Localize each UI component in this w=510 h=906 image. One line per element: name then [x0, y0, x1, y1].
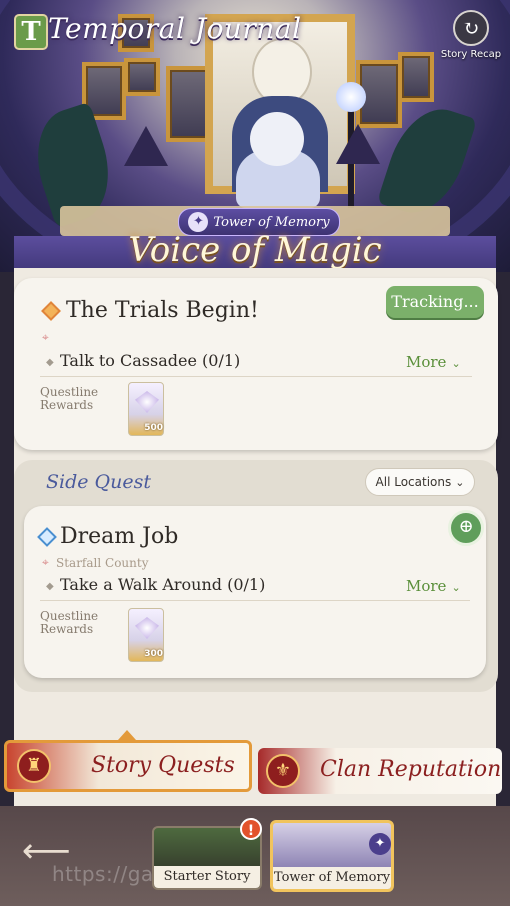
more-label: More — [406, 353, 447, 371]
chapter-tile-label: Starter Story — [154, 866, 260, 888]
character-head — [250, 112, 304, 166]
bullet-icon: ◆ — [46, 357, 54, 368]
reward-item[interactable]: 300 — [128, 608, 164, 662]
bullet-icon: ◆ — [46, 581, 54, 592]
gem-icon — [135, 391, 159, 413]
questline-rewards-label: Questline Rewards — [40, 386, 98, 412]
story-recap-label: Story Recap — [440, 49, 502, 60]
quest-objective: Take a Walk Around (0/1) — [60, 575, 266, 594]
quest-title: The Trials Begin! — [66, 298, 259, 323]
tab-label: Story Quests — [91, 753, 235, 778]
alert-badge: ! — [240, 818, 262, 840]
tab-label: Clan Reputation — [320, 757, 502, 782]
wall-portrait — [124, 58, 160, 96]
more-button[interactable]: More ⌄ — [406, 576, 461, 595]
chevron-down-icon: ⌄ — [451, 581, 461, 594]
side-quest-card[interactable]: Dream Job ⌖ Starfall County ◆ Take a Wal… — [24, 506, 486, 678]
location-filter-label: All Locations — [375, 475, 452, 489]
track-quest-button[interactable]: ⊕ — [448, 510, 484, 546]
rewards-label-line2: Rewards — [40, 622, 94, 636]
divider — [40, 376, 472, 377]
chapter-subtitle: Tower of Memory — [213, 214, 330, 230]
witch-hat — [336, 124, 380, 164]
more-label: More — [406, 577, 447, 595]
chevron-down-icon: ⌄ — [451, 357, 461, 370]
questline-rewards-label: Questline Rewards — [40, 610, 98, 636]
main-quest-icon — [41, 301, 61, 321]
active-tab-pointer — [118, 730, 136, 740]
page-title: Temporal Journal — [48, 12, 302, 45]
side-quest-icon — [37, 527, 57, 547]
compass-star-icon: ✦ — [188, 212, 209, 232]
location-pin-icon: ⌖ — [42, 330, 49, 344]
replay-icon: ↻ — [453, 10, 489, 46]
side-quest-label: Side Quest — [46, 471, 151, 493]
story-emblem-icon: ♜ — [17, 749, 51, 783]
chapter-tile-label: Tower of Memory — [273, 867, 391, 889]
reward-count: 300 — [144, 649, 163, 659]
tracking-button[interactable]: Tracking... — [386, 286, 484, 318]
crosshair-icon: ⊕ — [458, 516, 474, 537]
chapter-title: Voice of Magic — [128, 230, 382, 270]
wall-portrait — [398, 52, 434, 102]
rewards-label-line2: Rewards — [40, 398, 94, 412]
witch-hat — [124, 126, 168, 166]
gem-icon — [135, 617, 159, 639]
crystal-orb — [336, 82, 366, 112]
divider — [40, 600, 470, 601]
reward-count: 500 — [144, 423, 163, 433]
chapter-tile-tower-of-memory[interactable]: ✦ Tower of Memory — [270, 820, 394, 892]
clan-emblem-icon: ⚜ — [266, 754, 300, 788]
quest-title: Dream Job — [60, 524, 179, 549]
tab-clan-reputation[interactable]: ⚜ Clan Reputation — [258, 748, 502, 794]
quest-location: Starfall County — [56, 556, 149, 570]
journal-icon: T — [14, 14, 48, 50]
chevron-down-icon: ⌄ — [455, 475, 465, 489]
reward-item[interactable]: 500 — [128, 382, 164, 436]
compass-star-icon: ✦ — [369, 833, 391, 855]
story-recap-button[interactable]: ↻ Story Recap — [436, 10, 506, 66]
location-pin-icon: ⌖ — [42, 555, 49, 569]
more-button[interactable]: More ⌄ — [406, 352, 461, 371]
tab-story-quests[interactable]: ♜ Story Quests — [4, 740, 252, 792]
quest-objective: Talk to Cassadee (0/1) — [60, 351, 241, 370]
location-filter-dropdown[interactable]: All Locations ⌄ — [365, 468, 475, 496]
